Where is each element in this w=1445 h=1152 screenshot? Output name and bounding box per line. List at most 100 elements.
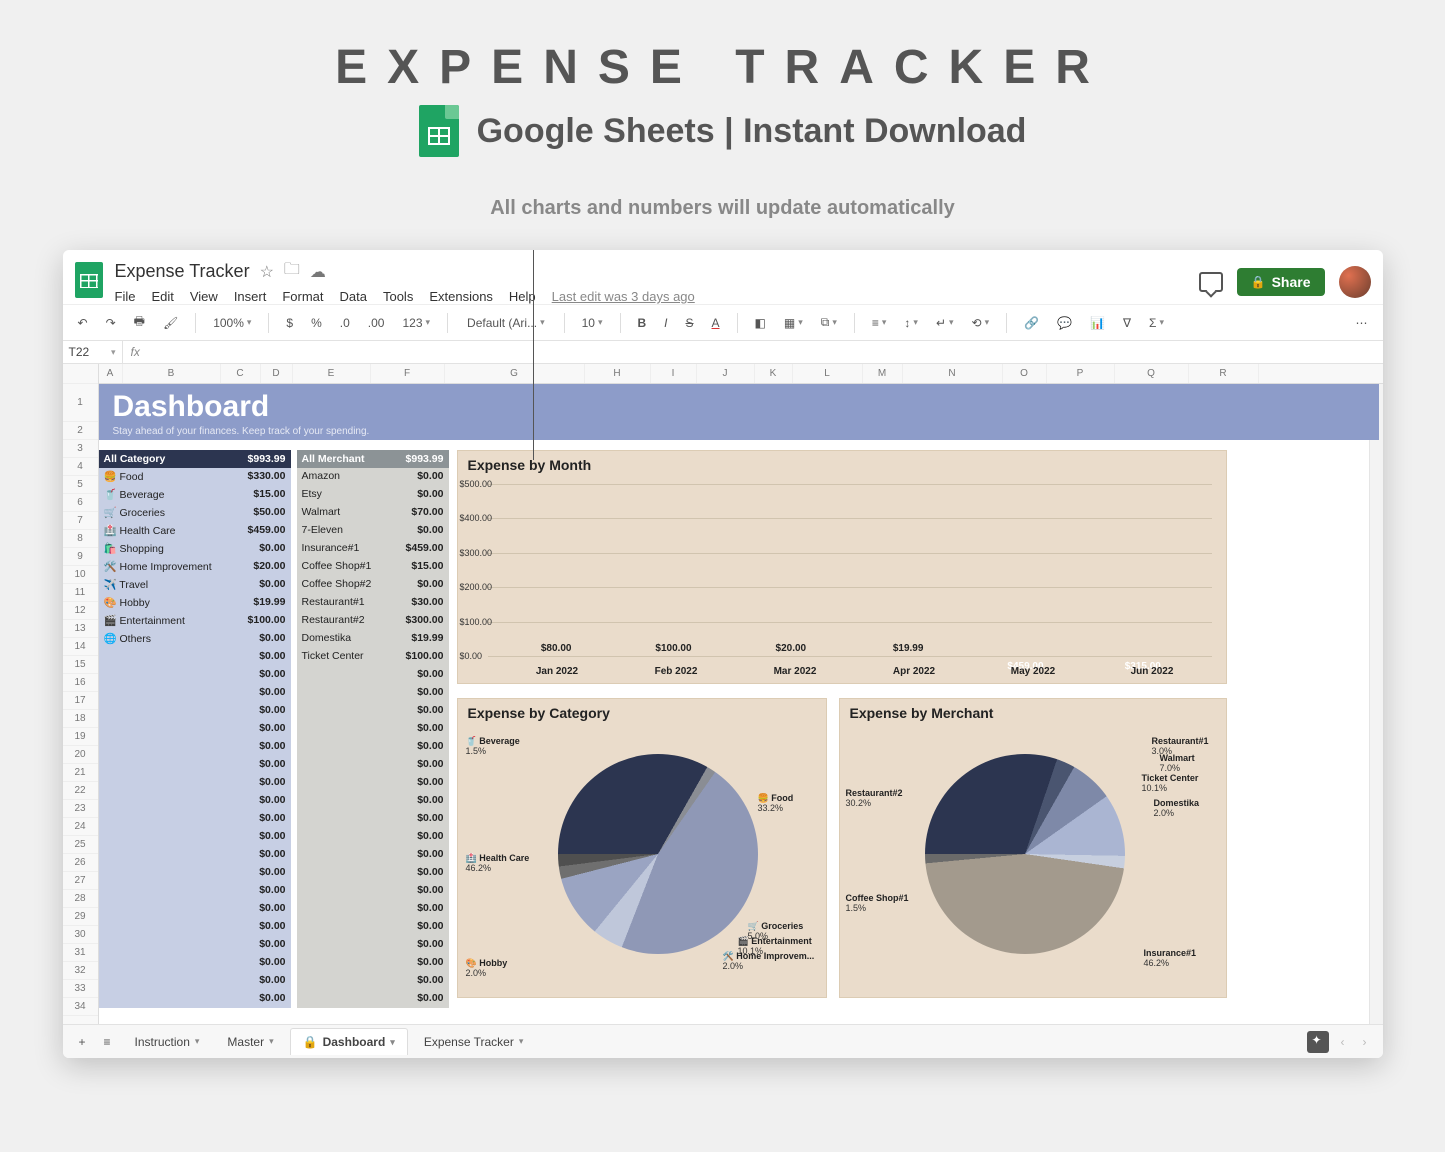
col-header[interactable]: D	[261, 364, 293, 383]
merchant-row[interactable]: Walmart$70.00	[297, 504, 449, 522]
category-row-empty[interactable]: $0.00	[99, 684, 291, 702]
category-row[interactable]: 🎬 Entertainment$100.00	[99, 612, 291, 630]
move-folder-icon[interactable]: 🗀	[284, 258, 300, 285]
format-currency-button[interactable]: $	[281, 313, 298, 333]
merchant-row-empty[interactable]: $0.00	[297, 792, 449, 810]
category-row-empty[interactable]: $0.00	[99, 828, 291, 846]
merchant-row-empty[interactable]: $0.00	[297, 756, 449, 774]
merchant-row[interactable]: Coffee Shop#1$15.00	[297, 558, 449, 576]
category-row-empty[interactable]: $0.00	[99, 864, 291, 882]
increase-decimal-button[interactable]: .00	[363, 313, 390, 333]
tab-scroll-left[interactable]: ‹	[1335, 1031, 1351, 1053]
menu-data[interactable]: Data	[340, 289, 367, 304]
col-header[interactable]: M	[863, 364, 903, 383]
merchant-row-empty[interactable]: $0.00	[297, 846, 449, 864]
redo-icon[interactable]: ↷	[101, 313, 121, 333]
borders-button[interactable]: ▦	[779, 313, 808, 333]
sheet-tab-instruction[interactable]: Instruction▾	[123, 1028, 212, 1055]
column-headers[interactable]: ABCDEFGHIJKLMNOPQR	[99, 364, 1383, 384]
app-icon[interactable]	[75, 262, 103, 298]
category-row-empty[interactable]: $0.00	[99, 756, 291, 774]
halign-button[interactable]: ≡	[867, 313, 892, 333]
print-icon[interactable]: 🖶	[129, 309, 150, 336]
merchant-row[interactable]: Coffee Shop#2$0.00	[297, 576, 449, 594]
col-header[interactable]: F	[371, 364, 445, 383]
strike-button[interactable]: S	[681, 313, 699, 333]
insert-chart-button[interactable]: 📊	[1085, 313, 1110, 333]
menu-view[interactable]: View	[190, 289, 218, 304]
menu-tools[interactable]: Tools	[383, 289, 413, 304]
valign-button[interactable]: ↕	[899, 313, 923, 333]
merchant-row[interactable]: Etsy$0.00	[297, 486, 449, 504]
merchant-row[interactable]: Domestika$19.99	[297, 630, 449, 648]
col-header[interactable]: P	[1047, 364, 1115, 383]
expense-by-month-chart[interactable]: Expense by Month $80.00$100.00$20.00$19.…	[457, 450, 1227, 684]
explore-button[interactable]	[1307, 1031, 1329, 1053]
name-box[interactable]: T22▾	[63, 341, 123, 363]
category-row[interactable]: 🥤 Beverage$15.00	[99, 486, 291, 504]
spreadsheet[interactable]: 1234567891011121314151617181920212223242…	[63, 364, 1383, 1024]
merge-button[interactable]: ⧉	[816, 312, 842, 333]
tab-scroll-right[interactable]: ›	[1357, 1031, 1373, 1053]
category-row-empty[interactable]: $0.00	[99, 720, 291, 738]
merchant-row-empty[interactable]: $0.00	[297, 990, 449, 1008]
menu-format[interactable]: Format	[282, 289, 323, 304]
toolbar-overflow-icon[interactable]: ⋯	[1351, 313, 1373, 333]
wrap-button[interactable]: ↵	[931, 313, 959, 333]
category-row-empty[interactable]: $0.00	[99, 936, 291, 954]
menu-insert[interactable]: Insert	[234, 289, 267, 304]
col-header[interactable]: E	[293, 364, 371, 383]
category-row-empty[interactable]: $0.00	[99, 738, 291, 756]
merchant-row-empty[interactable]: $0.00	[297, 972, 449, 990]
functions-button[interactable]: Σ	[1144, 313, 1169, 333]
col-header[interactable]: O	[1003, 364, 1047, 383]
merchant-row-empty[interactable]: $0.00	[297, 666, 449, 684]
star-icon[interactable]: ☆	[260, 262, 274, 282]
merchant-row-empty[interactable]: $0.00	[297, 864, 449, 882]
menu-extensions[interactable]: Extensions	[429, 289, 493, 304]
col-header[interactable]: G	[445, 364, 585, 383]
fill-color-button[interactable]: ◧	[750, 313, 771, 333]
category-row[interactable]: 🛠️ Home Improvement$20.00	[99, 558, 291, 576]
share-button[interactable]: 🔒 Share	[1237, 268, 1325, 296]
category-row-empty[interactable]: $0.00	[99, 666, 291, 684]
category-row-empty[interactable]: $0.00	[99, 792, 291, 810]
merchant-row-empty[interactable]: $0.00	[297, 810, 449, 828]
number-format-button[interactable]: 123	[397, 313, 435, 333]
format-percent-button[interactable]: %	[306, 313, 327, 333]
category-row-empty[interactable]: $0.00	[99, 882, 291, 900]
merchant-row-empty[interactable]: $0.00	[297, 900, 449, 918]
category-row-empty[interactable]: $0.00	[99, 900, 291, 918]
col-header[interactable]: Q	[1115, 364, 1189, 383]
col-header[interactable]: H	[585, 364, 651, 383]
col-header[interactable]: R	[1189, 364, 1259, 383]
expense-by-category-chart[interactable]: Expense by Category 🥤 Beverage1.5%🍔 Food…	[457, 698, 827, 998]
col-header[interactable]: A	[99, 364, 123, 383]
menu-file[interactable]: File	[115, 289, 136, 304]
paint-format-icon[interactable]: 🖌	[158, 313, 183, 333]
category-row-empty[interactable]: $0.00	[99, 648, 291, 666]
bold-button[interactable]: B	[633, 313, 652, 333]
sheet-tab-dashboard[interactable]: 🔒Dashboard▾	[290, 1028, 408, 1055]
decrease-decimal-button[interactable]: .0	[335, 313, 355, 333]
category-row[interactable]: 🍔 Food$330.00	[99, 468, 291, 486]
col-header[interactable]: L	[793, 364, 863, 383]
doc-title[interactable]: Expense Tracker	[115, 261, 250, 282]
italic-button[interactable]: I	[659, 313, 672, 333]
merchant-row[interactable]: 7-Eleven$0.00	[297, 522, 449, 540]
merchant-row-empty[interactable]: $0.00	[297, 738, 449, 756]
zoom-select[interactable]: 100%	[208, 313, 256, 333]
add-sheet-button[interactable]: +	[73, 1031, 92, 1053]
merchant-row[interactable]: Restaurant#1$30.00	[297, 594, 449, 612]
merchant-row-empty[interactable]: $0.00	[297, 918, 449, 936]
category-row-empty[interactable]: $0.00	[99, 972, 291, 990]
category-row[interactable]: 🎨 Hobby$19.99	[99, 594, 291, 612]
category-row[interactable]: 🛒 Groceries$50.00	[99, 504, 291, 522]
category-row-empty[interactable]: $0.00	[99, 702, 291, 720]
undo-icon[interactable]: ↶	[73, 313, 93, 333]
col-header[interactable]: C	[221, 364, 261, 383]
comments-icon[interactable]	[1199, 272, 1223, 292]
last-edit-link[interactable]: Last edit was 3 days ago	[552, 289, 695, 304]
col-header[interactable]: K	[755, 364, 793, 383]
font-size-select[interactable]: 10	[577, 313, 608, 333]
